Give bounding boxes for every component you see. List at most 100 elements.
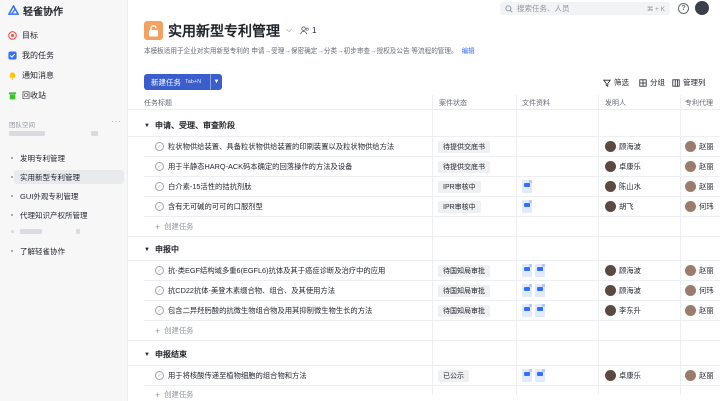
file-attachments[interactable] <box>522 264 545 277</box>
status-badge[interactable]: IPR审核中 <box>438 181 481 193</box>
avatar[interactable] <box>695 1 709 15</box>
new-task-label: 新建任务 <box>151 77 181 87</box>
file-icon[interactable] <box>522 200 532 213</box>
status-badge[interactable]: 待国知局审批 <box>438 305 490 317</box>
help-icon[interactable]: ? <box>678 3 689 14</box>
sidebar-item-goals[interactable]: 目标 <box>8 28 122 42</box>
group-button[interactable]: 分组 <box>639 77 665 88</box>
task-title[interactable]: 抗CD22抗体-美登木素缀合物、组合、及其使用方法 <box>168 286 335 296</box>
table-row[interactable]: ✓ 含有无可碱的可可的口服剂型 IPR审核中 胡飞 何玮 <box>144 197 720 217</box>
agent-cell[interactable]: 赵丽 <box>685 161 714 172</box>
file-icon[interactable] <box>522 304 532 317</box>
agent-cell[interactable]: 赵丽 <box>685 305 714 316</box>
inventor-cell[interactable]: 陈山水 <box>605 181 641 192</box>
file-icon[interactable] <box>522 264 532 277</box>
status-badge[interactable]: 待国知局审批 <box>438 285 490 297</box>
section-header[interactable]: ▼ 申报中 <box>144 244 179 255</box>
task-title[interactable]: 粒状物供给装置、具备粒状物供给装置的印刷装置以及粒状物供给方法 <box>168 142 394 152</box>
status-badge[interactable]: 待国知局审批 <box>438 265 490 277</box>
complete-checkbox[interactable]: ✓ <box>155 162 164 171</box>
sidebar-project-invention[interactable]: 发明专利管理 <box>20 151 124 165</box>
file-attachments[interactable] <box>522 369 545 382</box>
status-badge[interactable]: 待提供交底书 <box>438 141 490 153</box>
agent-cell[interactable]: 何玮 <box>685 285 714 296</box>
task-title[interactable]: 含有无可碱的可可的口服剂型 <box>168 202 263 212</box>
file-icon[interactable] <box>522 284 532 297</box>
app-logo[interactable]: 轻雀协作 <box>8 3 63 18</box>
chevron-down-icon[interactable]: ⌵ <box>286 25 292 35</box>
status-badge[interactable]: 已公示 <box>438 370 469 382</box>
file-icon[interactable] <box>522 369 532 382</box>
table-row[interactable]: ✓ 包含二异羟肟酸的抗微生物组合物及用其抑制微生物生长的方法 待国知局审批 李东… <box>144 301 720 321</box>
task-title[interactable]: 白介素-15活性的拮抗剂肽 <box>168 182 252 192</box>
table-row[interactable]: ✓ 白介素-15活性的拮抗剂肽 IPR审核中 陈山水 赵丽 <box>144 177 720 197</box>
more-icon[interactable]: ··· <box>111 117 122 126</box>
file-icon[interactable] <box>535 369 545 382</box>
file-attachments[interactable] <box>522 180 532 193</box>
sidebar-project-gui-design[interactable]: GUI外观专利管理 <box>20 189 124 203</box>
agent-cell[interactable]: 赵丽 <box>685 370 714 381</box>
table-row[interactable]: ✓ 抗CD22抗体-美登木素缀合物、组合、及其使用方法 待国知局审批 顾海波 何… <box>144 281 720 301</box>
file-attachments[interactable] <box>522 304 545 317</box>
sidebar-project-utility-model[interactable]: 实用新型专利管理 <box>14 170 124 184</box>
sidebar-project-ip-agency[interactable]: 代理知识产权所管理 <box>20 208 124 222</box>
column-header-status[interactable]: 案件状态 <box>439 98 467 108</box>
member-count[interactable]: 1 <box>300 26 316 35</box>
complete-checkbox[interactable]: ✓ <box>155 286 164 295</box>
inventor-cell[interactable]: 顾海波 <box>605 285 641 296</box>
status-badge[interactable]: IPR审核中 <box>438 201 481 213</box>
sidebar-item-notifications[interactable]: 通知消息 <box>8 68 122 82</box>
sidebar-item-trash[interactable]: 回收站 <box>8 88 122 102</box>
agent-cell[interactable]: 赵丽 <box>685 181 714 192</box>
complete-checkbox[interactable]: ✓ <box>155 266 164 275</box>
agent-cell[interactable]: 赵丽 <box>685 265 714 276</box>
create-task-button[interactable]: + 创建任务 <box>155 326 193 336</box>
column-header-title[interactable]: 任务标题 <box>144 98 172 108</box>
agent-cell[interactable]: 赵丽 <box>685 141 714 152</box>
file-attachments[interactable] <box>522 200 532 213</box>
agent-cell[interactable]: 何玮 <box>685 201 714 212</box>
avatar <box>685 370 696 381</box>
complete-checkbox[interactable]: ✓ <box>155 182 164 191</box>
section-header[interactable]: ▼ 申报结束 <box>144 349 187 360</box>
table-row[interactable]: ✓ 用于将核酸传递至植物细胞的组合物和方法 已公示 卓康乐 赵丽 <box>144 366 720 386</box>
column-header-files[interactable]: 文件资料 <box>522 98 550 108</box>
edit-description-link[interactable]: 编辑 <box>462 48 475 55</box>
inventor-cell[interactable]: 卓康乐 <box>605 161 641 172</box>
table-row[interactable]: ✓ 粒状物供给装置、具备粒状物供给装置的印刷装置以及粒状物供给方法 待提供交底书… <box>144 137 720 157</box>
search-input[interactable]: 搜索任务、人员 ⌘ + K <box>500 2 670 15</box>
task-title[interactable]: 包含二异羟肟酸的抗微生物组合物及用其抑制微生物生长的方法 <box>168 306 372 316</box>
create-task-button[interactable]: + 创建任务 <box>155 222 193 232</box>
sidebar-item-label: 目标 <box>22 30 38 40</box>
new-task-button[interactable]: 新建任务 Tab+N ▼ <box>144 74 222 90</box>
filter-button[interactable]: 筛选 <box>603 77 629 88</box>
file-icon[interactable] <box>522 180 532 193</box>
file-icon[interactable] <box>535 264 545 277</box>
new-task-dropdown[interactable]: ▼ <box>210 74 222 90</box>
column-header-inventor[interactable]: 发明人 <box>605 98 626 108</box>
task-title[interactable]: 用于将核酸传递至植物细胞的组合物和方法 <box>168 371 307 381</box>
status-badge[interactable]: 待提供交底书 <box>438 161 490 173</box>
complete-checkbox[interactable]: ✓ <box>155 371 164 380</box>
complete-checkbox[interactable]: ✓ <box>155 142 164 151</box>
task-title[interactable]: 用于半静态HARQ-ACK码本确定的回落操作的方法及设备 <box>168 162 352 172</box>
file-icon[interactable] <box>535 284 545 297</box>
file-icon[interactable] <box>535 304 545 317</box>
inventor-cell[interactable]: 胡飞 <box>605 201 634 212</box>
table-row[interactable]: ✓ 用于半静态HARQ-ACK码本确定的回落操作的方法及设备 待提供交底书 卓康… <box>144 157 720 177</box>
create-task-button[interactable]: + 创建任务 <box>155 390 193 400</box>
complete-checkbox[interactable]: ✓ <box>155 306 164 315</box>
inventor-cell[interactable]: 李东升 <box>605 305 641 316</box>
column-header-agent[interactable]: 专利代理 <box>685 98 713 108</box>
task-title[interactable]: 抗-类EGF结构域多重6(EGFL6)抗体及其于癌症诊断及治疗中的应用 <box>168 266 385 276</box>
file-attachments[interactable] <box>522 284 545 297</box>
inventor-cell[interactable]: 卓康乐 <box>605 370 641 381</box>
inventor-cell[interactable]: 顾海波 <box>605 265 641 276</box>
section-header[interactable]: ▼ 申请、受理、审查阶段 <box>144 120 235 131</box>
sidebar-item-my-tasks[interactable]: 我的任务 <box>8 48 122 62</box>
table-row[interactable]: ✓ 抗-类EGF结构域多重6(EGFL6)抗体及其于癌症诊断及治疗中的应用 待国… <box>144 261 720 281</box>
sidebar-learn-link[interactable]: 了解轻雀协作 <box>20 244 124 258</box>
complete-checkbox[interactable]: ✓ <box>155 202 164 211</box>
inventor-cell[interactable]: 顾海波 <box>605 141 641 152</box>
manage-columns-button[interactable]: 管理列 <box>672 77 706 88</box>
